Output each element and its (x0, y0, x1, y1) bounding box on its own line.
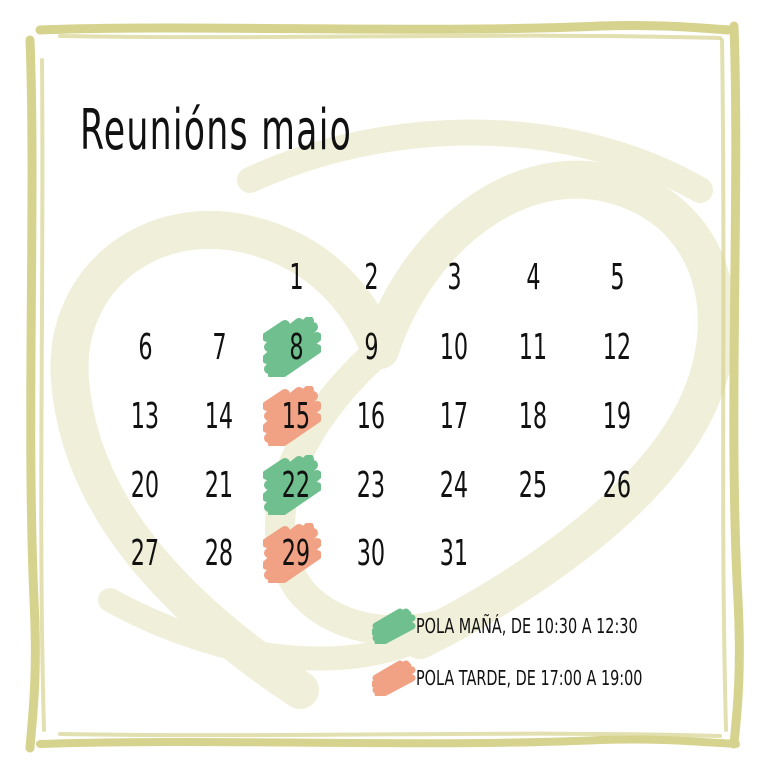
calendar-day-number: 26 (602, 464, 632, 506)
calendar-day-number: 21 (204, 464, 234, 506)
calendar-day: 10 (419, 317, 489, 377)
calendar-day-number: 11 (518, 326, 548, 368)
calendar-day: 19 (582, 386, 652, 446)
calendar-day: 15 (261, 386, 331, 446)
calendar-day-number: 29 (281, 532, 311, 574)
calendar-day-number: 30 (356, 532, 386, 574)
calendar-day-number: 24 (439, 464, 469, 506)
calendar-poster: Reunións maio 1 2 3 4 5 6 7 8 9 10 11 12 13 14 15 16 17 1… (0, 0, 768, 768)
calendar-day-number: 18 (518, 395, 548, 437)
calendar-day-number: 23 (356, 464, 386, 506)
legend-afternoon-label: pola tarde, de 17:00 a 19:00 (416, 666, 643, 690)
calendar-day: 18 (498, 386, 568, 446)
calendar-day-number: 28 (204, 532, 234, 574)
calendar-day: 2 (336, 247, 406, 307)
calendar-day: 28 (184, 523, 254, 583)
calendar-day-number: 2 (363, 256, 379, 298)
calendar-day-number: 10 (439, 326, 469, 368)
calendar-day-number: 1 (288, 256, 304, 298)
calendar-day: 9 (336, 317, 406, 377)
legend-morning: pola mañá, de 10:30 a 12:30 (372, 608, 724, 644)
calendar-day: 13 (110, 386, 180, 446)
calendar-day-number: 9 (363, 326, 379, 368)
calendar-day: 24 (419, 455, 489, 515)
afternoon-swatch (372, 660, 416, 696)
calendar-day-number: 19 (602, 395, 632, 437)
calendar-day: 7 (184, 317, 254, 377)
calendar-day-number: 14 (204, 395, 234, 437)
calendar-day-number: 8 (288, 326, 304, 368)
calendar-day: 26 (582, 455, 652, 515)
calendar-day-number: 22 (281, 464, 311, 506)
calendar-day-number: 5 (609, 256, 625, 298)
calendar-day: 23 (336, 455, 406, 515)
calendar-day-number: 7 (211, 326, 227, 368)
calendar-day: 12 (582, 317, 652, 377)
calendar-day: 31 (419, 523, 489, 583)
calendar-day: 25 (498, 455, 568, 515)
calendar-day-number: 20 (130, 464, 160, 506)
legend-afternoon: pola tarde, de 17:00 a 19:00 (372, 660, 731, 696)
calendar-day-number: 12 (602, 326, 632, 368)
calendar-day: 17 (419, 386, 489, 446)
calendar-day: 16 (336, 386, 406, 446)
calendar-day: 5 (582, 247, 652, 307)
calendar-day-number: 25 (518, 464, 548, 506)
legend-morning-label: pola mañá, de 10:30 a 12:30 (416, 614, 638, 638)
calendar-day-number: 6 (137, 326, 153, 368)
calendar-day: 3 (419, 247, 489, 307)
calendar-day: 20 (110, 455, 180, 515)
calendar-day-number: 15 (281, 395, 311, 437)
calendar-day-number: 17 (439, 395, 469, 437)
calendar-day-number: 16 (356, 395, 386, 437)
calendar-day: 21 (184, 455, 254, 515)
calendar-day: 6 (110, 317, 180, 377)
calendar-day: 1 (261, 247, 331, 307)
calendar-day: 30 (336, 523, 406, 583)
calendar-day-number: 4 (525, 256, 541, 298)
calendar-day-number: 31 (439, 532, 469, 574)
calendar-day: 4 (498, 247, 568, 307)
calendar-day: 8 (261, 317, 331, 377)
page-title: Reunións maio (80, 98, 353, 163)
calendar-day: 22 (261, 455, 331, 515)
calendar-day-number: 13 (130, 395, 160, 437)
calendar-day: 11 (498, 317, 568, 377)
calendar-day-number: 3 (446, 256, 462, 298)
calendar-day: 27 (110, 523, 180, 583)
morning-swatch (372, 608, 416, 644)
calendar-day: 29 (261, 523, 331, 583)
calendar-day-number: 27 (130, 532, 160, 574)
calendar-day: 14 (184, 386, 254, 446)
